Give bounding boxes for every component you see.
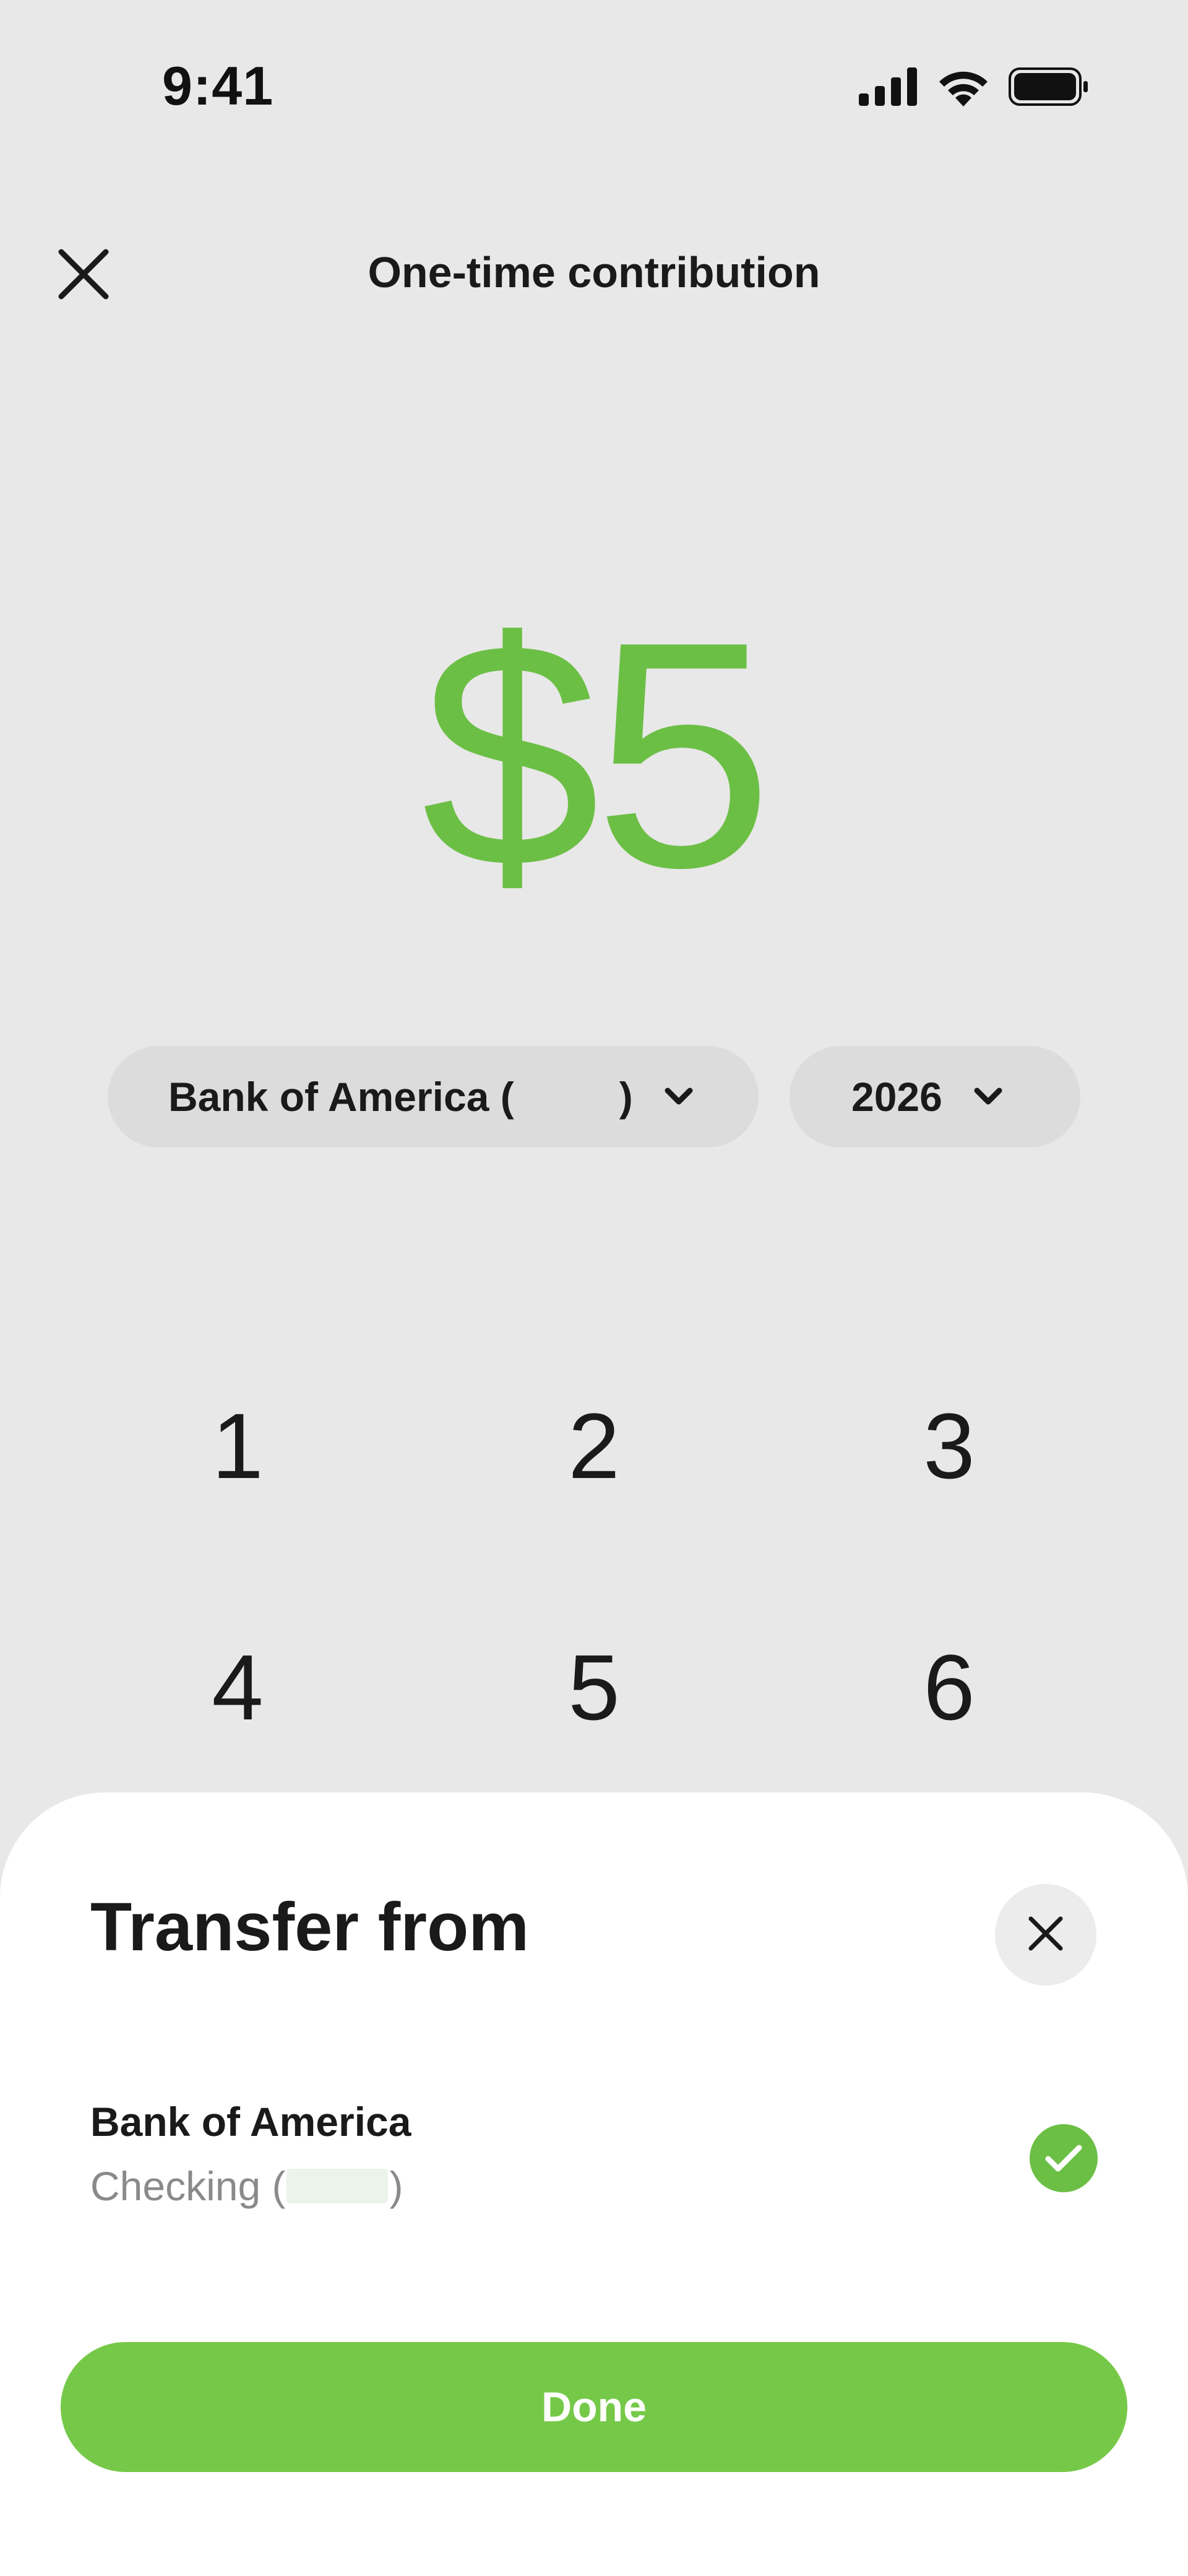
- keypad-key-4[interactable]: 4: [145, 1625, 330, 1749]
- year-selector[interactable]: 2026: [790, 1046, 1080, 1148]
- selected-check-icon[interactable]: [1030, 2124, 1098, 2192]
- keypad-key-1[interactable]: 1: [145, 1384, 330, 1508]
- bank-account-type-suffix: ): [389, 2163, 403, 2209]
- bank-account-type: Checking ( ): [90, 2163, 403, 2210]
- chevron-down-icon: [973, 1087, 1003, 1107]
- chevron-down-icon: [664, 1087, 694, 1107]
- status-time: 9:41: [162, 55, 274, 116]
- keypad-key-2[interactable]: 2: [501, 1384, 687, 1508]
- account-selector-label: Bank of America (: [168, 1074, 514, 1120]
- close-icon: [1027, 1915, 1064, 1955]
- battery-icon: [1009, 67, 1089, 109]
- account-number-redacted: [286, 2169, 389, 2203]
- cellular-signal-icon: [859, 67, 918, 109]
- bank-account-type-label: Checking (: [90, 2163, 286, 2209]
- page-title: One-time contribution: [368, 248, 820, 296]
- keypad-key-6[interactable]: 6: [856, 1625, 1042, 1749]
- sheet-close-button[interactable]: [995, 1884, 1096, 1986]
- account-selector-suffix: ): [619, 1074, 633, 1120]
- status-icons: [859, 67, 1089, 110]
- done-button[interactable]: Done: [61, 2342, 1127, 2472]
- keypad-key-3[interactable]: 3: [856, 1384, 1042, 1508]
- status-bar: 9:41: [0, 0, 1188, 179]
- amount-display: $5: [421, 575, 773, 935]
- keypad-key-5[interactable]: 5: [501, 1625, 687, 1749]
- wifi-icon: [937, 67, 990, 110]
- sheet-title: Transfer from: [90, 1889, 530, 1965]
- bank-account-name[interactable]: Bank of America: [90, 2098, 411, 2145]
- year-selector-label: 2026: [851, 1074, 942, 1120]
- account-selector[interactable]: Bank of America ( ): [108, 1046, 759, 1148]
